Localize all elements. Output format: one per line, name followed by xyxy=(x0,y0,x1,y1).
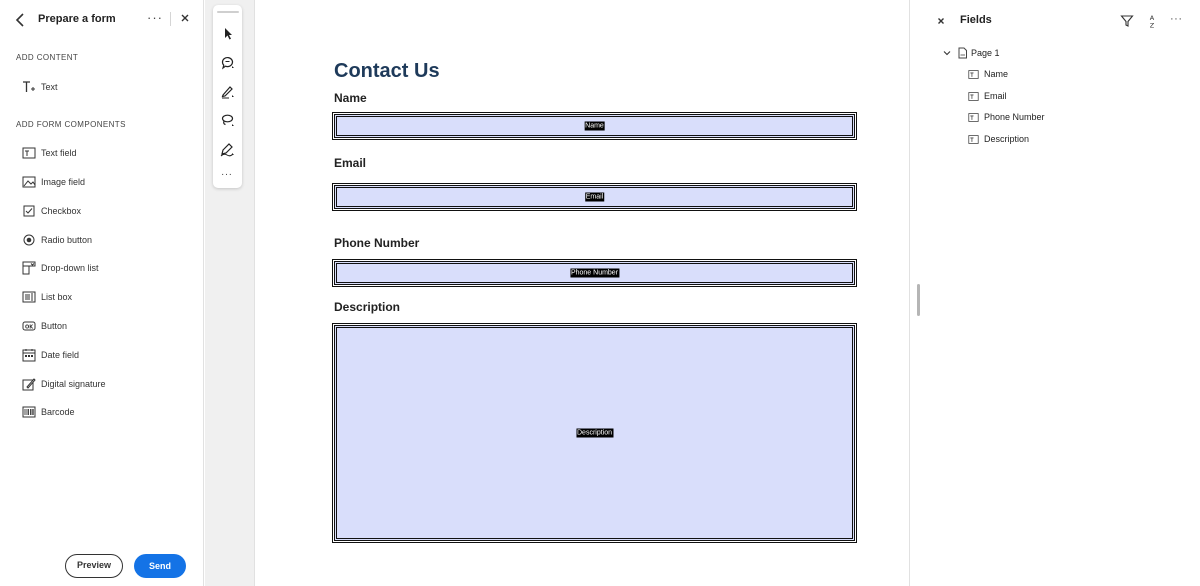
radio-button-icon xyxy=(23,234,35,246)
field-name-tag: Name xyxy=(584,121,605,131)
field-label-name: Name xyxy=(334,91,367,105)
tree-item-field[interactable]: Description xyxy=(968,131,1029,147)
field-label-email: Email xyxy=(334,156,367,170)
tree-item-label: Description xyxy=(984,134,1030,144)
field-label-description: Description xyxy=(334,300,401,314)
text-field-tool[interactable]: Text field xyxy=(16,143,196,163)
prepare-form-panel: Prepare a form ··· ADD CONTENT Text ADD … xyxy=(0,0,204,586)
barcode-icon xyxy=(22,406,36,418)
select-cursor-icon[interactable] xyxy=(219,25,236,42)
toolbar-drag-handle[interactable] xyxy=(217,11,239,13)
button-tool[interactable]: OK Button xyxy=(16,316,196,336)
pen-icon[interactable] xyxy=(219,83,236,100)
preview-button[interactable]: Preview xyxy=(65,554,123,578)
digital-signature-tool[interactable]: Digital signature xyxy=(16,374,196,394)
tree-item-field[interactable]: Name xyxy=(968,66,1008,82)
tool-label: Text field xyxy=(41,148,77,158)
panel-resize-handle[interactable] xyxy=(917,284,920,316)
date-field-tool[interactable]: Date field xyxy=(16,345,196,365)
tool-label: List box xyxy=(41,292,73,302)
panel-title: Prepare a form xyxy=(38,13,116,25)
form-field-name[interactable]: Name xyxy=(332,112,857,140)
header-divider xyxy=(170,12,171,26)
form-field-phone-number[interactable]: Phone Number xyxy=(332,259,857,287)
field-name-tag: Phone Number xyxy=(569,268,620,278)
dropdown-list-icon xyxy=(22,261,36,275)
tree-item-label: Email xyxy=(984,91,1007,101)
app-window: Prepare a form ··· ADD CONTENT Text ADD … xyxy=(0,0,1200,586)
tool-label: Checkbox xyxy=(41,206,82,216)
list-box-icon xyxy=(22,291,36,303)
fields-panel-title: Fields xyxy=(960,14,992,26)
form-field-description[interactable]: Description xyxy=(332,323,857,543)
add-content-heading: ADD CONTENT xyxy=(16,53,79,62)
document-title: Contact Us xyxy=(334,60,440,82)
back-arrow-icon[interactable] xyxy=(12,11,30,29)
more-options-button[interactable]: ··· xyxy=(147,10,163,25)
fill-sign-icon[interactable] xyxy=(219,141,236,158)
radio-button-tool[interactable]: Radio button xyxy=(16,230,196,250)
close-icon[interactable] xyxy=(178,11,192,25)
tool-label: Digital signature xyxy=(41,379,106,389)
date-field-icon xyxy=(22,349,36,362)
quick-tools-toolbar: ··· xyxy=(213,5,242,188)
dropdown-list-tool[interactable]: Drop-down list xyxy=(16,258,196,278)
send-button[interactable]: Send xyxy=(134,554,186,578)
button-ok-icon: OK xyxy=(22,321,36,331)
text-field-icon xyxy=(968,112,979,122)
panel-divider xyxy=(909,0,910,586)
more-options-button[interactable]: ··· xyxy=(1170,13,1183,25)
tool-label: Button xyxy=(41,321,68,331)
list-box-tool[interactable]: List box xyxy=(16,287,196,307)
filter-icon[interactable] xyxy=(1120,14,1134,28)
text-field-icon xyxy=(968,134,979,144)
text-field-icon xyxy=(968,91,979,101)
fields-panel: Fields AZ ··· Page 1 Name Email Phone Nu… xyxy=(912,0,1200,586)
text-add-icon xyxy=(23,81,35,92)
tree-item-field[interactable]: Email xyxy=(968,88,1007,104)
tool-label: Drop-down list xyxy=(41,263,99,273)
page-icon xyxy=(958,47,967,59)
panel-header: Prepare a form ··· xyxy=(0,0,204,40)
image-field-tool[interactable]: Image field xyxy=(16,172,196,192)
tree-item-label: Phone Number xyxy=(984,112,1045,122)
chevron-down-icon[interactable] xyxy=(942,48,952,58)
tool-label: Text xyxy=(41,82,58,92)
text-field-icon xyxy=(22,147,36,159)
svg-text:OK: OK xyxy=(25,324,34,330)
tree-node-label: Page 1 xyxy=(971,48,1000,58)
tool-label: Radio button xyxy=(41,235,93,245)
more-tools-button[interactable]: ··· xyxy=(221,169,233,180)
sort-az-icon[interactable]: AZ xyxy=(1145,13,1159,29)
checkbox-icon xyxy=(23,205,35,217)
field-label-phone: Phone Number xyxy=(334,236,420,250)
checkbox-tool[interactable]: Checkbox xyxy=(16,201,196,221)
image-field-icon xyxy=(22,176,36,188)
add-text-tool[interactable]: Text xyxy=(16,77,196,97)
comment-icon[interactable] xyxy=(219,54,236,71)
tree-item-field[interactable]: Phone Number xyxy=(968,109,1045,125)
field-name-tag: Description xyxy=(575,428,614,438)
tool-label: Barcode xyxy=(41,407,75,417)
tree-node-page[interactable]: Page 1 xyxy=(942,45,1000,61)
tool-label: Image field xyxy=(41,177,86,187)
tool-label: Date field xyxy=(41,350,80,360)
document-page: Contact Us Name Name Email Email Phone N… xyxy=(256,0,908,586)
text-field-icon xyxy=(968,69,979,79)
form-field-email[interactable]: Email xyxy=(332,183,857,211)
close-icon[interactable] xyxy=(934,14,948,28)
barcode-tool[interactable]: Barcode xyxy=(16,402,196,422)
svg-text:Z: Z xyxy=(1150,22,1155,30)
form-components-heading: ADD FORM COMPONENTS xyxy=(16,120,126,129)
field-name-tag: Email xyxy=(584,192,605,202)
digital-signature-icon xyxy=(22,378,36,391)
tree-item-label: Name xyxy=(984,69,1009,79)
lasso-icon[interactable] xyxy=(219,112,236,129)
